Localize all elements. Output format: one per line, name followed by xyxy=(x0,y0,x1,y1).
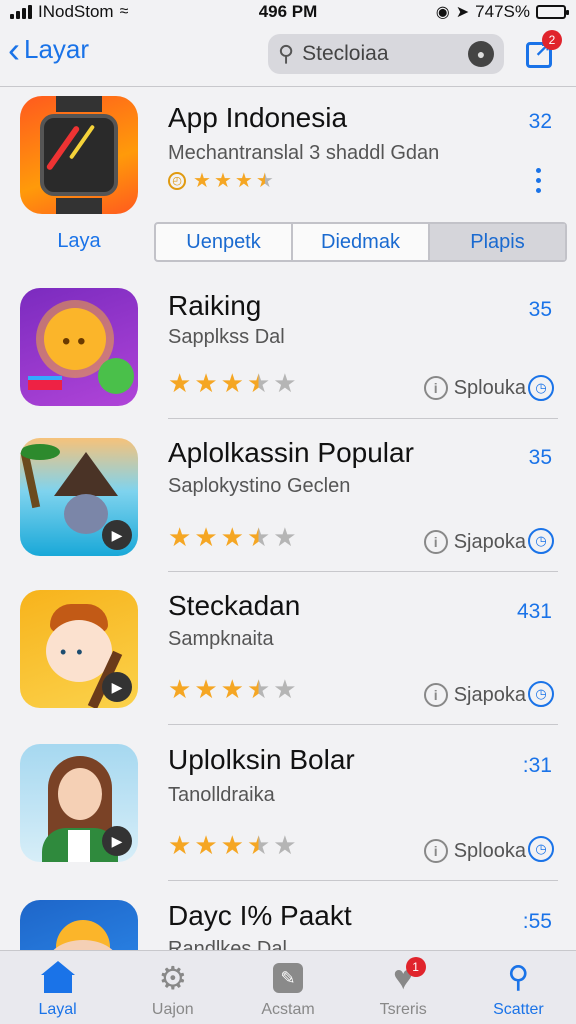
row-divider xyxy=(168,880,558,881)
tab-label: Uajon xyxy=(151,1001,194,1018)
app-count: :55 xyxy=(522,910,552,933)
app-subtitle: Sapplkss Dal xyxy=(168,326,285,348)
row-divider xyxy=(168,418,558,419)
play-icon[interactable]: ▶ xyxy=(102,826,132,856)
featured-subtitle: Mechantranslal 3 shaddl Gdan xyxy=(168,142,440,164)
battery-percent: 747S% xyxy=(475,2,530,21)
app-action[interactable]: i Sjapoka xyxy=(423,683,526,707)
status-right: ◉ ➤ 747S% xyxy=(435,0,569,24)
timer-icon[interactable]: ◷ xyxy=(528,681,554,707)
girl-character-icon xyxy=(58,768,102,820)
app-title[interactable]: Dayc I% Paakt xyxy=(168,900,352,932)
rotation-lock-icon: ◉ xyxy=(435,4,450,21)
featured-app-icon[interactable] xyxy=(20,96,138,214)
app-title[interactable]: Steckadan xyxy=(168,590,300,622)
info-icon: i xyxy=(423,683,448,707)
app-action-label: Sjapoka xyxy=(453,683,526,706)
search-icon: ⚲ xyxy=(507,961,530,994)
voice-search-icon[interactable]: ● xyxy=(468,41,494,67)
tab-search[interactable]: ⚲ Scatter xyxy=(461,951,576,1024)
share-button[interactable]: ↗ 2 xyxy=(524,30,562,68)
edit-icon: ✎ xyxy=(271,961,305,995)
app-action[interactable]: i Splouka xyxy=(423,376,526,400)
tab-favorites[interactable]: ♥ 1 Tsreris xyxy=(346,951,461,1024)
app-count: 431 xyxy=(516,600,552,623)
app-subtitle: Tanolldraika xyxy=(168,784,275,806)
chevron-left-icon: ‹ xyxy=(8,28,20,70)
segment-plapis[interactable]: Plapis xyxy=(430,224,565,260)
search-input[interactable]: Stecloiaa xyxy=(302,42,468,66)
nav-divider xyxy=(0,86,576,87)
status-bar: INodStom ≈ 496 PM ◉ ➤ 747S% xyxy=(0,0,576,24)
app-action-label: Splooka xyxy=(453,839,526,862)
tab-label: Acstam xyxy=(261,1001,315,1018)
segmented-control: Uenpetk Diedmak Plapis xyxy=(154,222,567,262)
back-label: Layar xyxy=(24,34,90,64)
info-icon: i xyxy=(423,839,448,863)
app-rating: ★ ★ ★ ★ ★ xyxy=(168,368,297,398)
tab-home[interactable]: Layal xyxy=(0,951,115,1024)
segment-diedmak[interactable]: Diedmak xyxy=(293,224,430,260)
location-icon: ➤ xyxy=(455,4,470,21)
home-icon xyxy=(40,961,75,995)
search-icon: ⚲ xyxy=(278,41,295,66)
app-icon-uplolksin[interactable]: ▶ xyxy=(20,744,138,862)
app-subtitle: Sampknaita xyxy=(168,628,274,650)
featured-title[interactable]: App Indonesia xyxy=(168,102,347,134)
clock-icon: ◴ xyxy=(168,171,186,190)
timer-icon[interactable]: ◷ xyxy=(528,375,554,401)
info-icon: i xyxy=(423,376,448,400)
segment-uenpetk[interactable]: Uenpetk xyxy=(156,224,293,260)
play-icon[interactable]: ▶ xyxy=(102,672,132,702)
app-title[interactable]: Uplolksin Bolar xyxy=(168,744,355,776)
app-rating: ★ ★ ★ ★ ★ xyxy=(168,830,297,860)
app-icon-steckadan[interactable]: •• ▶ xyxy=(20,590,138,708)
share-badge: 2 xyxy=(542,30,562,50)
row-divider xyxy=(168,724,558,725)
gear-icon: ⚙ xyxy=(158,960,188,996)
nav-bar: ‹ Layar ⚲ Stecloiaa ● ↗ 2 xyxy=(0,24,576,86)
favorites-badge: 1 xyxy=(405,957,426,977)
tab-label: Layal xyxy=(38,1001,77,1018)
app-icon-aplolkassin[interactable]: ▶ xyxy=(20,438,138,556)
app-action-label: Splouka xyxy=(453,376,526,399)
back-button[interactable]: ‹ Layar xyxy=(8,28,90,70)
tab-settings[interactable]: ⚙ Uajon xyxy=(115,951,230,1024)
row-divider xyxy=(168,571,558,572)
tab-bar: Layal ⚙ Uajon ✎ Acstam ♥ 1 Tsreris ⚲ Sca… xyxy=(0,950,576,1024)
app-action-label: Sjapoka xyxy=(453,530,526,553)
app-count: 35 xyxy=(528,446,552,469)
tab-label: Scatter xyxy=(493,1001,544,1018)
battery-icon xyxy=(536,5,569,19)
timer-icon[interactable]: ◷ xyxy=(528,528,554,554)
tab-label: Tsreris xyxy=(379,1001,427,1018)
app-rating: ★ ★ ★ ★ ★ xyxy=(168,522,297,552)
app-action[interactable]: i Sjapoka xyxy=(423,530,526,554)
featured-rating: ◴ ★ ★ ★ ★ xyxy=(168,168,274,193)
app-count: 35 xyxy=(528,298,552,321)
app-title[interactable]: Aplolkassin Popular xyxy=(168,437,414,469)
app-subtitle: Saplokystino Geclen xyxy=(168,475,351,497)
watch-icon xyxy=(40,114,118,196)
app-action[interactable]: i Splooka xyxy=(423,839,526,863)
featured-icon-label[interactable]: Laya xyxy=(20,230,138,253)
featured-count: 32 xyxy=(528,110,552,133)
app-count: :31 xyxy=(522,754,552,777)
wizard-hat-icon xyxy=(54,452,118,496)
info-icon: i xyxy=(423,530,448,554)
tab-edit[interactable]: ✎ Acstam xyxy=(230,951,345,1024)
search-bar[interactable]: ⚲ Stecloiaa ● xyxy=(268,34,504,74)
more-options-icon[interactable] xyxy=(530,168,546,193)
app-rating: ★ ★ ★ ★ ★ xyxy=(168,674,297,704)
play-icon[interactable]: ▶ xyxy=(102,520,132,550)
app-icon-raiking[interactable]: • • xyxy=(20,288,138,406)
app-title[interactable]: Raiking xyxy=(168,290,261,322)
timer-icon[interactable]: ◷ xyxy=(528,836,554,862)
